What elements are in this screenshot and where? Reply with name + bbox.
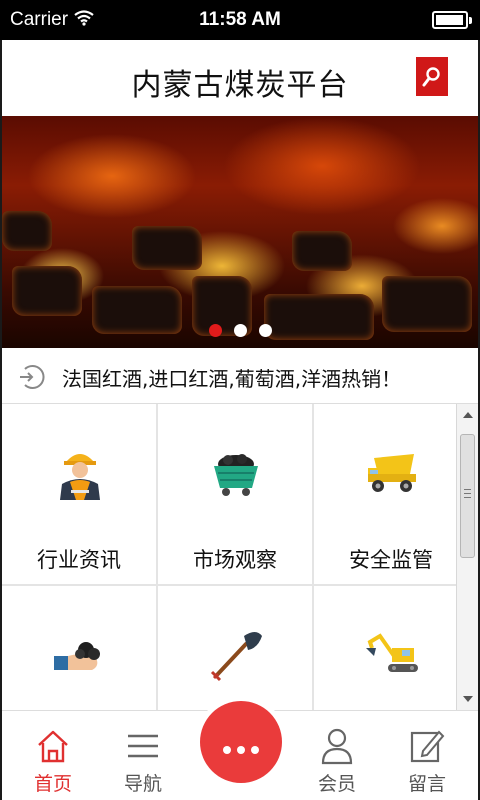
scroll-down-arrow-icon[interactable] xyxy=(463,696,473,702)
grip-line xyxy=(464,489,471,490)
category-grid: 行业资讯 市场观察 安全监管 xyxy=(2,404,468,710)
grid-scrollbar[interactable] xyxy=(456,404,478,710)
coal-lump xyxy=(292,231,352,271)
edit-icon xyxy=(410,730,445,763)
coal-lump xyxy=(2,211,52,251)
user-icon xyxy=(321,728,353,765)
grip-line xyxy=(464,493,471,494)
shovel-icon xyxy=(210,632,262,682)
coal-lump xyxy=(132,226,202,270)
notice-bar[interactable]: 法国红酒,进口红酒,葡萄酒,洋酒热销！ xyxy=(2,348,478,404)
grid-item-label: 市场观察 xyxy=(193,548,277,572)
tab-message[interactable]: 留言 xyxy=(382,711,472,800)
clock: 11:58 AM xyxy=(199,9,281,30)
scroll-up-arrow-icon[interactable] xyxy=(463,412,473,418)
tab-label: 首页 xyxy=(33,773,72,795)
app-screen: 内蒙古煤炭平台 法国红酒,进口红酒,葡萄酒,洋酒热销！ 行业资讯 市场观察 安全… xyxy=(2,40,478,800)
grid-item-5[interactable] xyxy=(158,586,312,710)
scroll-thumb[interactable] xyxy=(460,434,475,558)
tab-label: 会员 xyxy=(317,773,356,795)
grid-item-industry-news[interactable]: 行业资讯 xyxy=(2,404,156,584)
grid-item-4[interactable] xyxy=(2,586,156,710)
refresh-arrow-icon xyxy=(16,362,46,396)
tab-label: 导航 xyxy=(123,773,162,795)
notice-text: 法国红酒,进口红酒,葡萄酒,洋酒热销！ xyxy=(62,367,402,391)
carousel-indicators xyxy=(2,322,478,341)
battery-icon xyxy=(432,11,472,29)
grid-item-market-watch[interactable]: 市场观察 xyxy=(158,404,312,584)
grid-item-safety-supervision[interactable]: 安全监管 xyxy=(314,404,468,584)
menu-icon xyxy=(128,734,158,758)
header: 内蒙古煤炭平台 xyxy=(2,40,478,116)
grid-item-label: 安全监管 xyxy=(349,548,433,572)
grip-line xyxy=(464,497,471,498)
tab-label: 留言 xyxy=(407,773,446,795)
home-icon xyxy=(38,730,68,763)
carousel-dot[interactable] xyxy=(258,324,272,337)
tab-member[interactable]: 会员 xyxy=(292,711,382,800)
tab-navigation[interactable]: 导航 xyxy=(98,711,188,800)
dump-truck-icon xyxy=(368,454,416,492)
more-dots-icon xyxy=(200,739,282,758)
excavator-icon xyxy=(366,633,418,672)
search-button[interactable] xyxy=(416,57,448,96)
grid-item-6[interactable] xyxy=(314,586,468,710)
more-button[interactable] xyxy=(200,701,282,783)
battery-level xyxy=(436,15,463,25)
search-icon xyxy=(422,67,440,87)
banner-carousel[interactable] xyxy=(2,116,478,348)
coal-lump xyxy=(12,266,82,316)
page-title: 内蒙古煤炭平台 xyxy=(131,68,349,103)
tab-home[interactable]: 首页 xyxy=(8,711,98,800)
coal-cart-icon xyxy=(214,454,258,496)
bottom-tab-bar: 首页 导航 会员 留言 xyxy=(2,701,478,800)
worker-icon xyxy=(60,454,100,500)
carousel-dot[interactable] xyxy=(208,324,222,337)
carousel-dot[interactable] xyxy=(233,324,247,337)
hand-coal-icon xyxy=(54,642,100,670)
grid-item-label: 行业资讯 xyxy=(37,548,121,572)
status-bar: Carrier 11:58 AM xyxy=(0,0,480,40)
